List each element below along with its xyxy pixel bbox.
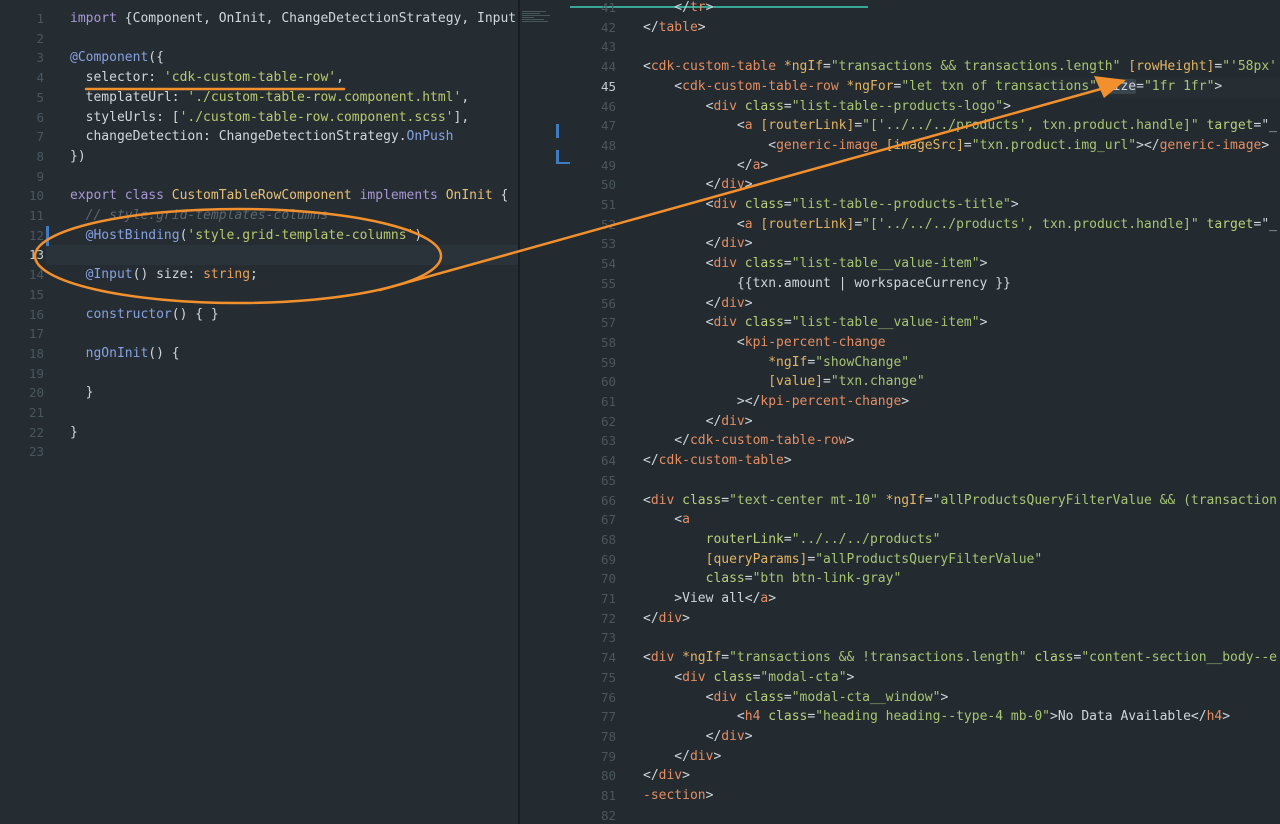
- annotation-arrow: [378, 85, 1110, 292]
- annotation-overlay: [33, 76, 1126, 305]
- arrow-head-icon: [1094, 76, 1126, 98]
